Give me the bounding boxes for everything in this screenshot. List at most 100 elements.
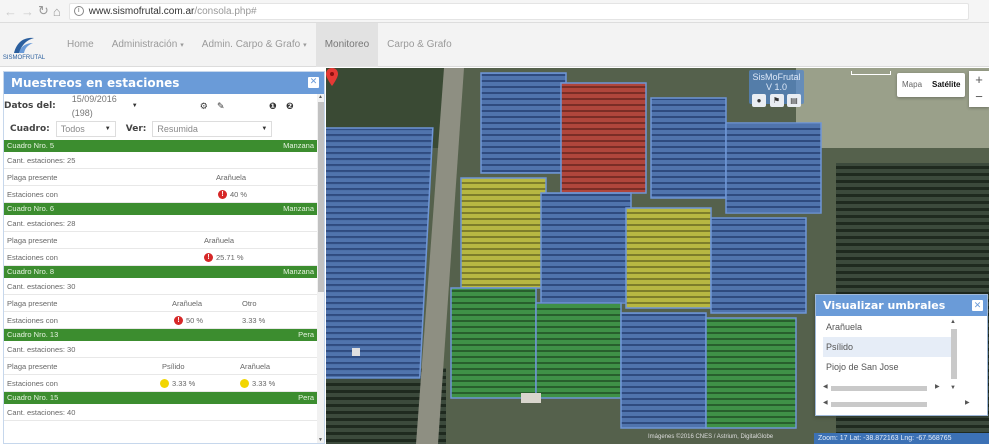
help-circle-icon[interactable]: ❷ xyxy=(284,100,296,112)
scrollbar-thumb[interactable] xyxy=(318,102,324,292)
info-icon[interactable]: i xyxy=(73,6,84,16)
home-icon[interactable]: ⌂ xyxy=(53,4,61,19)
percentage-value: 3.33 % xyxy=(172,379,196,388)
close-icon[interactable]: ✕ xyxy=(308,77,319,88)
scroll-down-icon[interactable]: ▼ xyxy=(950,385,956,391)
info-circle-icon[interactable]: ❶ xyxy=(267,100,279,112)
crop-label: Pera xyxy=(298,330,314,339)
scroll-up-icon[interactable]: ▲ xyxy=(950,319,956,325)
table-row: Cant. estaciones: 25 xyxy=(4,152,317,169)
scrollbar-thumb[interactable] xyxy=(831,386,927,391)
panel-horizontal-scrollbar[interactable]: ◀ ▶ xyxy=(823,399,970,408)
crop-label: Manzana xyxy=(283,267,314,276)
edit-icon[interactable]: ✎ xyxy=(215,100,227,112)
logo-text: SISMOFRUTAL xyxy=(2,54,46,61)
cuadro-header[interactable]: Cuadro Nro. 6 Manzana xyxy=(4,203,317,215)
cant-estaciones: Cant. estaciones: 30 xyxy=(7,282,76,291)
nav-admin-carpo-grafo-label: Admin. Carpo & Grafo xyxy=(201,38,301,50)
cuadro-header[interactable]: Cuadro Nro. 8 Manzana xyxy=(4,266,317,278)
umbral-option[interactable]: Arañuela xyxy=(823,317,953,337)
sismofrutal-logo[interactable]: SISMOFRUTAL xyxy=(3,29,45,61)
cant-estaciones: Cant. estaciones: 40 xyxy=(7,408,76,417)
address-bar[interactable]: i www.sismofrutal.com.ar/consola.php# xyxy=(68,2,969,20)
table-row: Estaciones con! 50 % 3.33 % xyxy=(4,312,317,329)
scrollbar-thumb[interactable] xyxy=(831,402,927,407)
percentage-value: 3.33 % xyxy=(242,316,266,325)
nav-administracion[interactable]: Administración ▾ xyxy=(103,23,193,67)
cant-estaciones: Cant. estaciones: 25 xyxy=(7,156,76,165)
zoom-in-button[interactable]: + xyxy=(975,71,983,88)
crop-label: Manzana xyxy=(283,141,314,150)
percentage-value: 50 % xyxy=(186,316,204,325)
scroll-left-icon[interactable]: ◀ xyxy=(823,399,828,406)
map-type-mapa[interactable]: Mapa xyxy=(897,73,927,97)
cuadro-name: Cuadro Nro. 8 xyxy=(7,267,55,276)
reload-icon[interactable]: ↻ xyxy=(38,3,49,19)
map-status-bar: Zoom: 17 Lat: -38.872163 Lng: -67.568765 xyxy=(814,433,989,444)
layers-dropdown-icon[interactable]: ▤ xyxy=(787,94,801,107)
percentage-cell: ! 25.71 % xyxy=(204,249,244,266)
percentage-cell: 3.33 % xyxy=(240,375,275,392)
scroll-down-icon[interactable]: ▼ xyxy=(318,437,323,443)
plaga-name: Otro xyxy=(242,299,257,308)
browser-toolbar: ← → ↻ ⌂ i www.sismofrutal.com.ar/consola… xyxy=(0,0,989,23)
cuadros-list: Cuadro Nro. 5 Manzana Cant. estaciones: 2… xyxy=(4,140,317,421)
umbral-option[interactable]: Piojo de San Jose xyxy=(823,357,953,377)
imagery-credit: Imágenes ©2016 CNES / Astrium, DigitalGl… xyxy=(648,434,774,440)
ver-select[interactable]: Resumida ▼ xyxy=(152,120,273,137)
cuadro-header[interactable]: Cuadro Nro. 15 Pera xyxy=(4,392,317,404)
nav-administracion-label: Administración xyxy=(111,38,178,50)
estaciones-label: Estaciones con xyxy=(7,379,58,388)
nav-monitoreo[interactable]: Monitoreo xyxy=(315,22,379,67)
settings-icon[interactable]: ⚙ xyxy=(198,100,210,112)
plaga-name: Arañuela xyxy=(240,362,271,371)
caret-down-icon: ▼ xyxy=(104,125,111,132)
nav-carpo-grafo-label: Carpo & Grafo xyxy=(387,38,452,50)
table-row: Plaga presente Arañuela Otro xyxy=(4,295,317,312)
list-horizontal-scrollbar[interactable]: ◀ ▶ xyxy=(823,383,943,392)
datos-label: Datos del: xyxy=(4,100,56,111)
flag-icon[interactable]: ⚑ xyxy=(769,94,784,107)
cuadro-select[interactable]: Todos ▼ xyxy=(55,120,116,137)
percentage-value: 40 % xyxy=(230,190,248,199)
scroll-right-icon[interactable]: ▶ xyxy=(935,383,940,390)
umbrales-list[interactable]: Arañuela Psílido Piojo de San Jose xyxy=(823,317,953,377)
scroll-up-icon[interactable]: ▲ xyxy=(318,94,323,100)
cuadro-header[interactable]: Cuadro Nro. 5 Manzana xyxy=(4,140,317,152)
plaga-name: Arañuela xyxy=(216,173,247,182)
caret-down-icon: ▾ xyxy=(180,41,184,49)
date-select[interactable]: 15/09/2016 (198) ▼ xyxy=(62,94,142,118)
table-row: Estaciones con! 25.71 % xyxy=(4,249,317,266)
scrollbar-thumb[interactable] xyxy=(951,329,957,379)
panel-scrollbar[interactable]: ▲ ▼ xyxy=(317,94,324,443)
alert-red-icon: ! xyxy=(174,316,183,325)
logo-swirl-icon xyxy=(14,37,34,53)
zoom-out-button[interactable]: − xyxy=(975,88,983,105)
plaga-name: Arañuela xyxy=(204,236,235,245)
forward-icon[interactable]: → xyxy=(21,4,34,19)
umbral-option-selected[interactable]: Psílido xyxy=(823,337,953,357)
location-pin-icon[interactable] xyxy=(326,68,338,86)
scroll-right-icon[interactable]: ▶ xyxy=(965,399,970,406)
table-row: Estaciones con 3.33 % 3.33 % xyxy=(4,375,317,392)
nav-carpo-grafo[interactable]: Carpo & Grafo xyxy=(378,23,460,67)
map-type-satelite[interactable]: Satélite xyxy=(927,73,965,97)
cuadro-name: Cuadro Nro. 5 xyxy=(7,141,55,150)
table-row: Estaciones con! 40 % xyxy=(4,186,317,203)
umbrales-vertical-scrollbar[interactable]: ▲ ▼ xyxy=(947,317,961,395)
scroll-left-icon[interactable]: ◀ xyxy=(823,383,828,390)
percentage-value: 3.33 % xyxy=(252,379,276,388)
table-row: Cant. estaciones: 30 xyxy=(4,278,317,295)
table-row: Cant. estaciones: 30 xyxy=(4,341,317,358)
table-row: Plaga presente Psílido Arañuela xyxy=(4,358,317,375)
nav-admin-carpo-grafo[interactable]: Admin. Carpo & Grafo ▾ xyxy=(193,23,316,67)
app-navbar: SISMOFRUTAL Home Administración ▾ Admin. … xyxy=(0,22,989,67)
version-label: SisMoFrutal V 1.0 xyxy=(752,72,801,92)
cuadro-header[interactable]: Cuadro Nro. 13 Pera xyxy=(4,329,317,341)
back-icon[interactable]: ← xyxy=(4,4,17,19)
close-icon[interactable]: ✕ xyxy=(972,300,983,311)
nav-home[interactable]: Home xyxy=(58,23,103,67)
table-row: Cant. estaciones: 28 xyxy=(4,215,317,232)
plaga-label: Plaga presente xyxy=(7,173,58,182)
record-icon[interactable]: ● xyxy=(752,94,766,107)
